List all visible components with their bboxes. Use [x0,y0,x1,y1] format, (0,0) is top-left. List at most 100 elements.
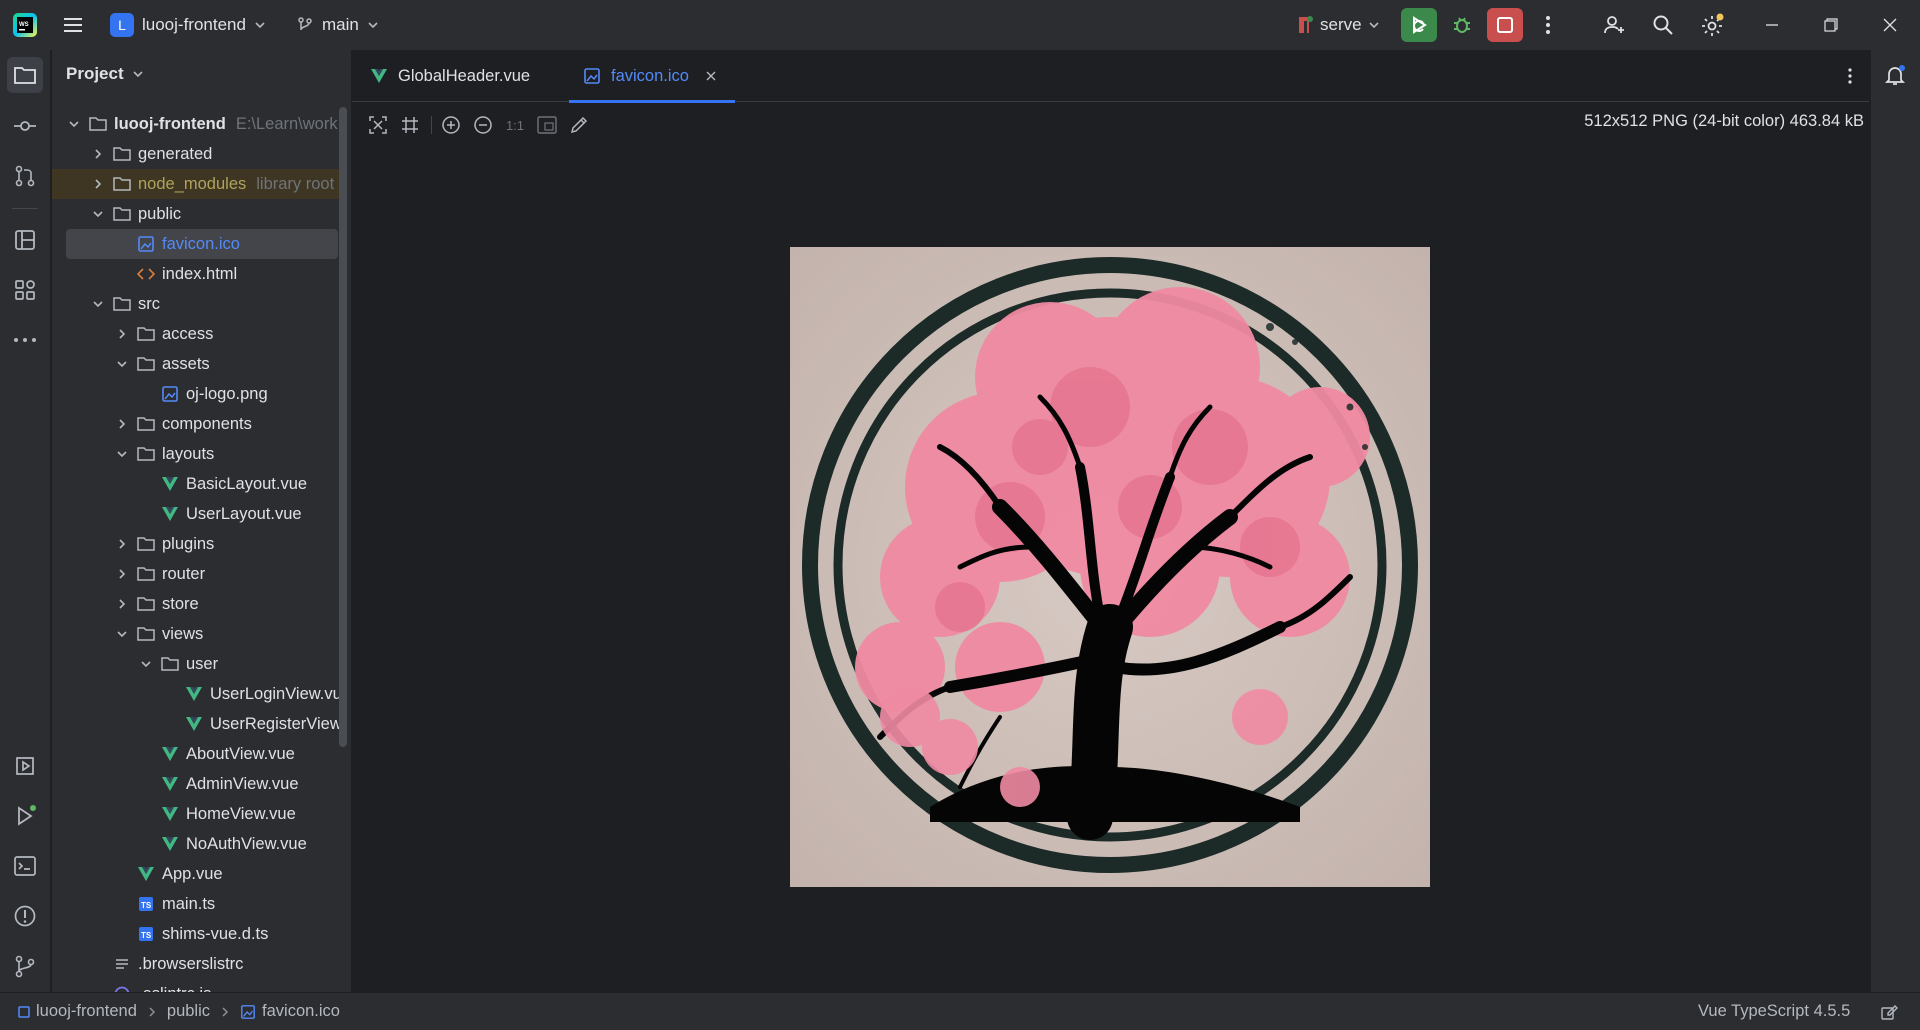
rerun-button[interactable] [1401,8,1437,42]
tree-item[interactable]: luooj-frontend E:\Learn\work [52,109,342,139]
code-with-me-button[interactable] [1596,8,1632,42]
tree-item[interactable]: BasicLayout.vue [52,469,342,499]
tab-globalheader[interactable]: GlobalHeader.vue [370,50,530,102]
more-vertical-icon[interactable] [1840,66,1860,86]
chevron-right-icon[interactable] [114,566,130,582]
tree-item[interactable]: oj-logo.png [52,379,342,409]
git-tool-button[interactable] [7,948,43,984]
minimize-icon [1766,24,1778,26]
tree-item[interactable]: public [52,199,342,229]
chevron-right-icon[interactable] [90,176,106,192]
window-restore-button[interactable] [1813,8,1849,42]
language-service-status[interactable]: Vue TypeScript 4.5.5 [1698,1002,1850,1021]
tree-item[interactable]: .browserslistrc [52,949,342,979]
zoom-to-fit-button[interactable] [367,114,389,136]
chevron-down-icon[interactable] [138,656,154,672]
project-tool-button[interactable] [7,57,43,93]
tree-item[interactable]: generated [52,139,342,169]
tree-item[interactable]: layouts [52,439,342,469]
tree-item[interactable]: store [52,589,342,619]
chevron-down-icon[interactable] [114,626,130,642]
webstorm-logo-icon[interactable]: WS [12,12,38,38]
tree-item[interactable]: UserRegisterView.vue [52,709,342,739]
bell-icon [1884,65,1906,85]
run-tool-button[interactable] [7,798,43,834]
structure-tool-button[interactable] [7,222,43,258]
chevron-down-icon[interactable] [66,116,82,132]
background-toggle-button[interactable] [536,114,558,136]
color-picker-button[interactable] [568,114,590,136]
services-tool-button[interactable] [7,748,43,784]
tree-item[interactable]: components [52,409,342,439]
window-close-button[interactable] [1872,8,1908,42]
actual-size-button[interactable]: 1:1 [504,114,526,136]
more-vertical-icon [1546,16,1550,34]
zoom-in-button[interactable] [440,114,462,136]
chevron-right-icon[interactable] [114,326,130,342]
tree-item[interactable]: TS shims-vue.d.ts [52,919,342,949]
tree-item[interactable]: App.vue [52,859,342,889]
debug-button[interactable] [1444,8,1480,42]
tree-item-label: components [162,414,252,433]
tree-item[interactable]: HomeView.vue [52,799,342,829]
chevron-right-icon[interactable] [90,146,106,162]
tree-item[interactable]: AboutView.vue [52,739,342,769]
chevron-down-icon[interactable] [90,206,106,222]
plugins-tool-button[interactable] [7,272,43,308]
zoom-out-button[interactable] [472,114,494,136]
branch-name: main [322,15,359,34]
chevron-down-icon[interactable] [114,446,130,462]
breadcrumb-file[interactable]: favicon.ico [240,1002,340,1021]
tree-item[interactable]: access [52,319,342,349]
more-actions-button[interactable] [1530,8,1566,42]
tree-item[interactable]: UserLayout.vue [52,499,342,529]
window-minimize-button[interactable] [1754,8,1790,42]
tree-item[interactable]: assets [52,349,342,379]
tree-item[interactable]: plugins [52,529,342,559]
tree-item[interactable]: router [52,559,342,589]
chevron-right-icon[interactable] [114,596,130,612]
project-view-selector[interactable]: Project [66,64,144,84]
tree-item[interactable]: NoAuthView.vue [52,829,342,859]
tree-item[interactable]: index.html [52,259,342,289]
project-switcher[interactable]: L luooj-frontend [110,10,266,40]
tree-item[interactable]: user [52,649,342,679]
chevron-right-icon[interactable] [114,416,130,432]
chevron-down-icon[interactable] [114,356,130,372]
breadcrumb-project[interactable]: luooj-frontend [18,1002,137,1021]
tree-item[interactable]: favicon.ico [66,229,338,259]
main-menu-icon[interactable] [62,14,84,36]
tab-favicon[interactable]: favicon.ico [569,50,735,103]
notifications-button[interactable] [1877,57,1913,93]
chevron-down-icon[interactable] [90,296,106,312]
close-tab-icon[interactable] [705,70,717,82]
problems-tool-button[interactable] [7,898,43,934]
breadcrumb-public[interactable]: public [167,1002,210,1021]
tree-item[interactable]: .eslintrc.js [52,979,342,992]
project-tree-scrollbar[interactable] [339,107,347,747]
chevron-down-icon [368,22,378,29]
ide-settings-button[interactable] [1695,8,1731,42]
tree-item[interactable]: TS main.ts [52,889,342,919]
search-everywhere-button[interactable] [1645,8,1681,42]
edit-lock-icon[interactable] [1880,1003,1898,1021]
tree-item[interactable]: UserLoginView.vue [52,679,342,709]
grid-toggle-button[interactable] [399,114,421,136]
tree-item[interactable]: src [52,289,342,319]
branch-switcher[interactable]: main [296,10,379,40]
terminal-tool-button[interactable] [7,848,43,884]
chevron-right-icon[interactable] [114,536,130,552]
run-configuration-selector[interactable]: serve [1296,10,1380,40]
tree-item[interactable]: node_modules library root [52,169,342,199]
tree-item-label: HomeView.vue [186,804,296,823]
tree-item[interactable]: AdminView.vue [52,769,342,799]
pull-requests-tool-button[interactable] [7,158,43,194]
more-tools-button[interactable] [7,322,43,358]
stop-button[interactable] [1487,8,1523,42]
tree-item[interactable]: views [52,619,342,649]
status-bar: luooj-frontend public favicon.ico Vue Ty… [0,992,1920,1030]
gear-icon [1702,13,1724,36]
commit-tool-button[interactable] [7,108,43,144]
